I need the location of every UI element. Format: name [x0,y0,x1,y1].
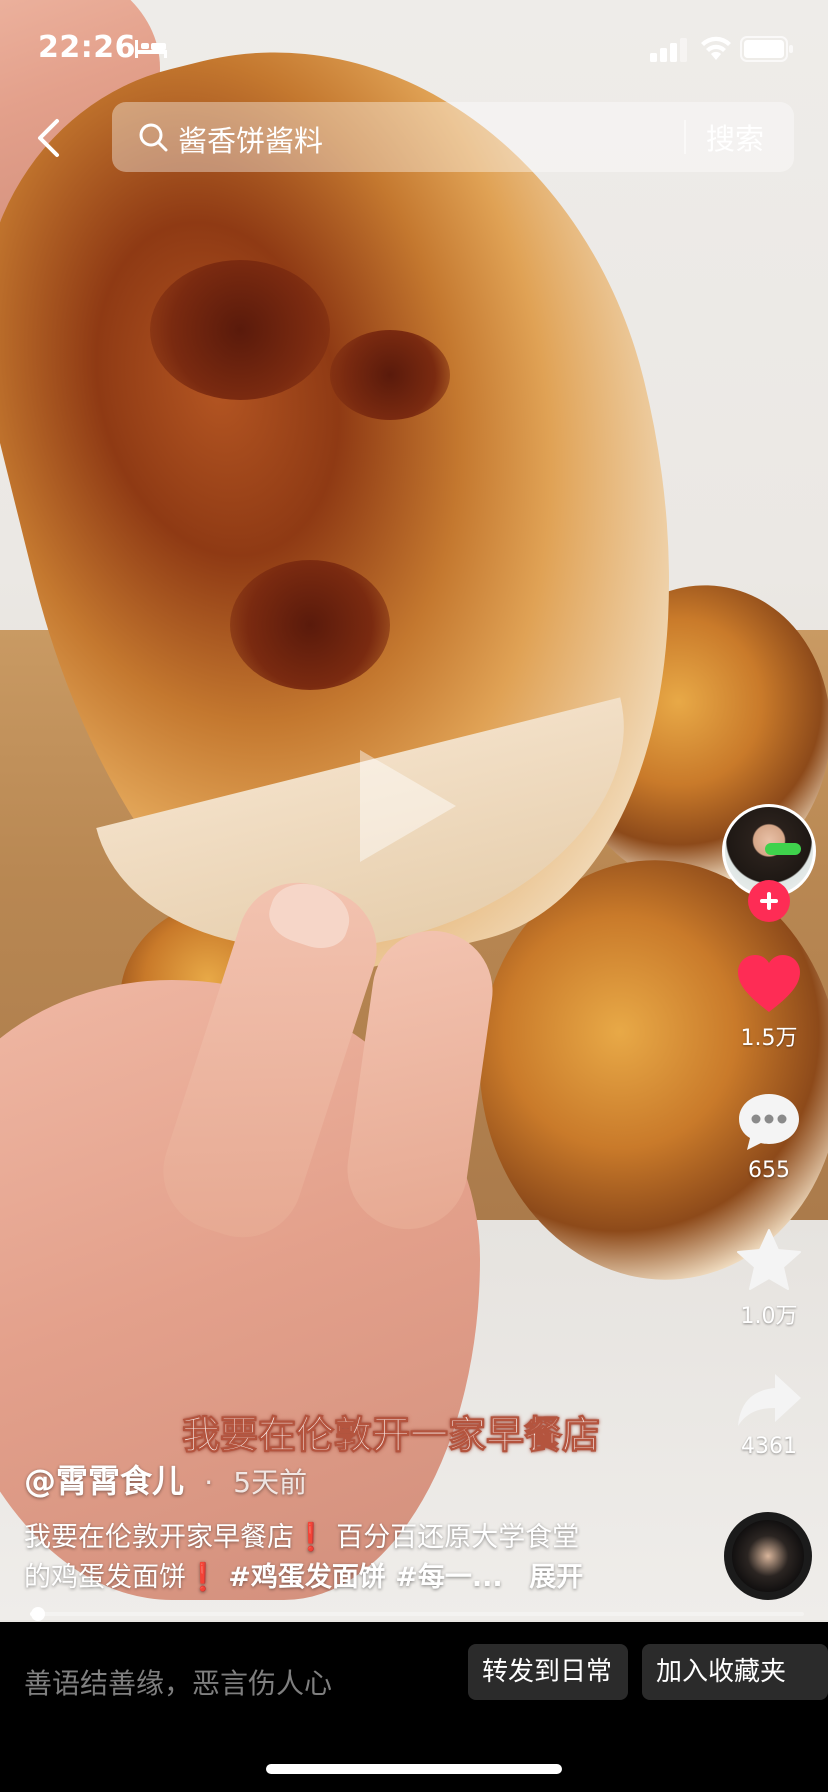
battery-icon [740,36,793,62]
hashtags[interactable]: #鸡蛋发面饼 #每一... [228,1562,502,1593]
chevron-left-icon [38,119,59,157]
video-player[interactable] [0,0,828,1622]
heart-icon [738,955,800,1012]
search-input[interactable]: 酱香饼酱料 [178,118,323,160]
status-time: 22:26 [38,30,136,65]
avatar-sunglasses [765,843,801,855]
time-separator: · [204,1466,214,1499]
search-divider [684,120,686,154]
description-line: 的鸡蛋发面饼❗ #鸡蛋发面饼 #每一... 展开 [24,1558,644,1598]
back-button[interactable] [26,112,70,164]
video-description[interactable]: 我要在伦敦开家早餐店❗ 百分百还原大学食堂 的鸡蛋发面饼❗ #鸡蛋发面饼 #每一… [24,1518,644,1598]
sleep-mode-icon [135,40,167,58]
repost-to-daily-button[interactable]: 转发到日常 [468,1644,628,1700]
add-to-collection-button[interactable]: 加入收藏夹 [642,1644,828,1700]
video-sauce [150,260,330,400]
cellular-signal-icon [650,38,687,62]
search-icon [139,123,168,152]
video-sauce [230,560,390,690]
like-count: 1.5万 [740,1026,798,1051]
author-avatar-group[interactable] [722,804,816,922]
description-text: 我要在伦敦开家早餐店 [24,1522,294,1553]
expand-button[interactable]: 展开 [529,1562,583,1593]
progress-handle[interactable] [30,1607,45,1621]
video-caption-overlay: 我要在伦敦开一家早餐店 [181,1413,601,1458]
wifi-icon [701,36,731,60]
star-icon [737,1229,801,1290]
comment-count: 655 [748,1158,790,1183]
search-bar[interactable]: 酱香饼酱料 搜索 [112,102,794,172]
description-line: 我要在伦敦开家早餐店❗ 百分百还原大学食堂 [24,1518,644,1558]
author-name[interactable]: @霄霄食儿 [24,1462,184,1500]
video-progress-bar[interactable] [30,1607,804,1621]
share-button[interactable]: 4361 [714,1372,824,1459]
comment-bubble-icon [739,1094,799,1150]
favorite-count: 1.0万 [740,1304,798,1329]
follow-button[interactable] [748,880,790,922]
bottom-bar: 善语结善缘，恶言伤人心 转发到日常 加入收藏夹 [0,1622,828,1792]
like-button[interactable]: 1.5万 [714,954,824,1052]
status-bar: 22:26 [0,0,828,96]
description-text: 的鸡蛋发面饼 [24,1562,186,1593]
description-text: 百分百还原大学食堂 [336,1522,580,1553]
post-time: 5天前 [233,1466,308,1499]
video-sauce [330,330,450,420]
search-button[interactable]: 搜索 [706,116,764,158]
plus-icon [760,892,778,910]
share-arrow-icon [738,1374,801,1426]
share-count: 4361 [741,1434,797,1459]
exclamation-icon: ❗ [186,1562,220,1593]
favorite-button[interactable]: 1.0万 [714,1228,824,1330]
comment-button[interactable]: 655 [714,1092,824,1183]
play-icon[interactable] [360,750,456,862]
home-indicator[interactable] [266,1764,562,1774]
video-screen: 22:26 酱香饼酱料 搜索 1.5万 655 1.0万 4361 我要在伦敦开… [0,0,828,1792]
exclamation-icon: ❗ [294,1522,328,1553]
comment-input[interactable]: 善语结善缘，恶言伤人心 [24,1662,444,1702]
author-line: @霄霄食儿 · 5天前 [24,1456,307,1502]
music-disc[interactable] [724,1512,812,1600]
